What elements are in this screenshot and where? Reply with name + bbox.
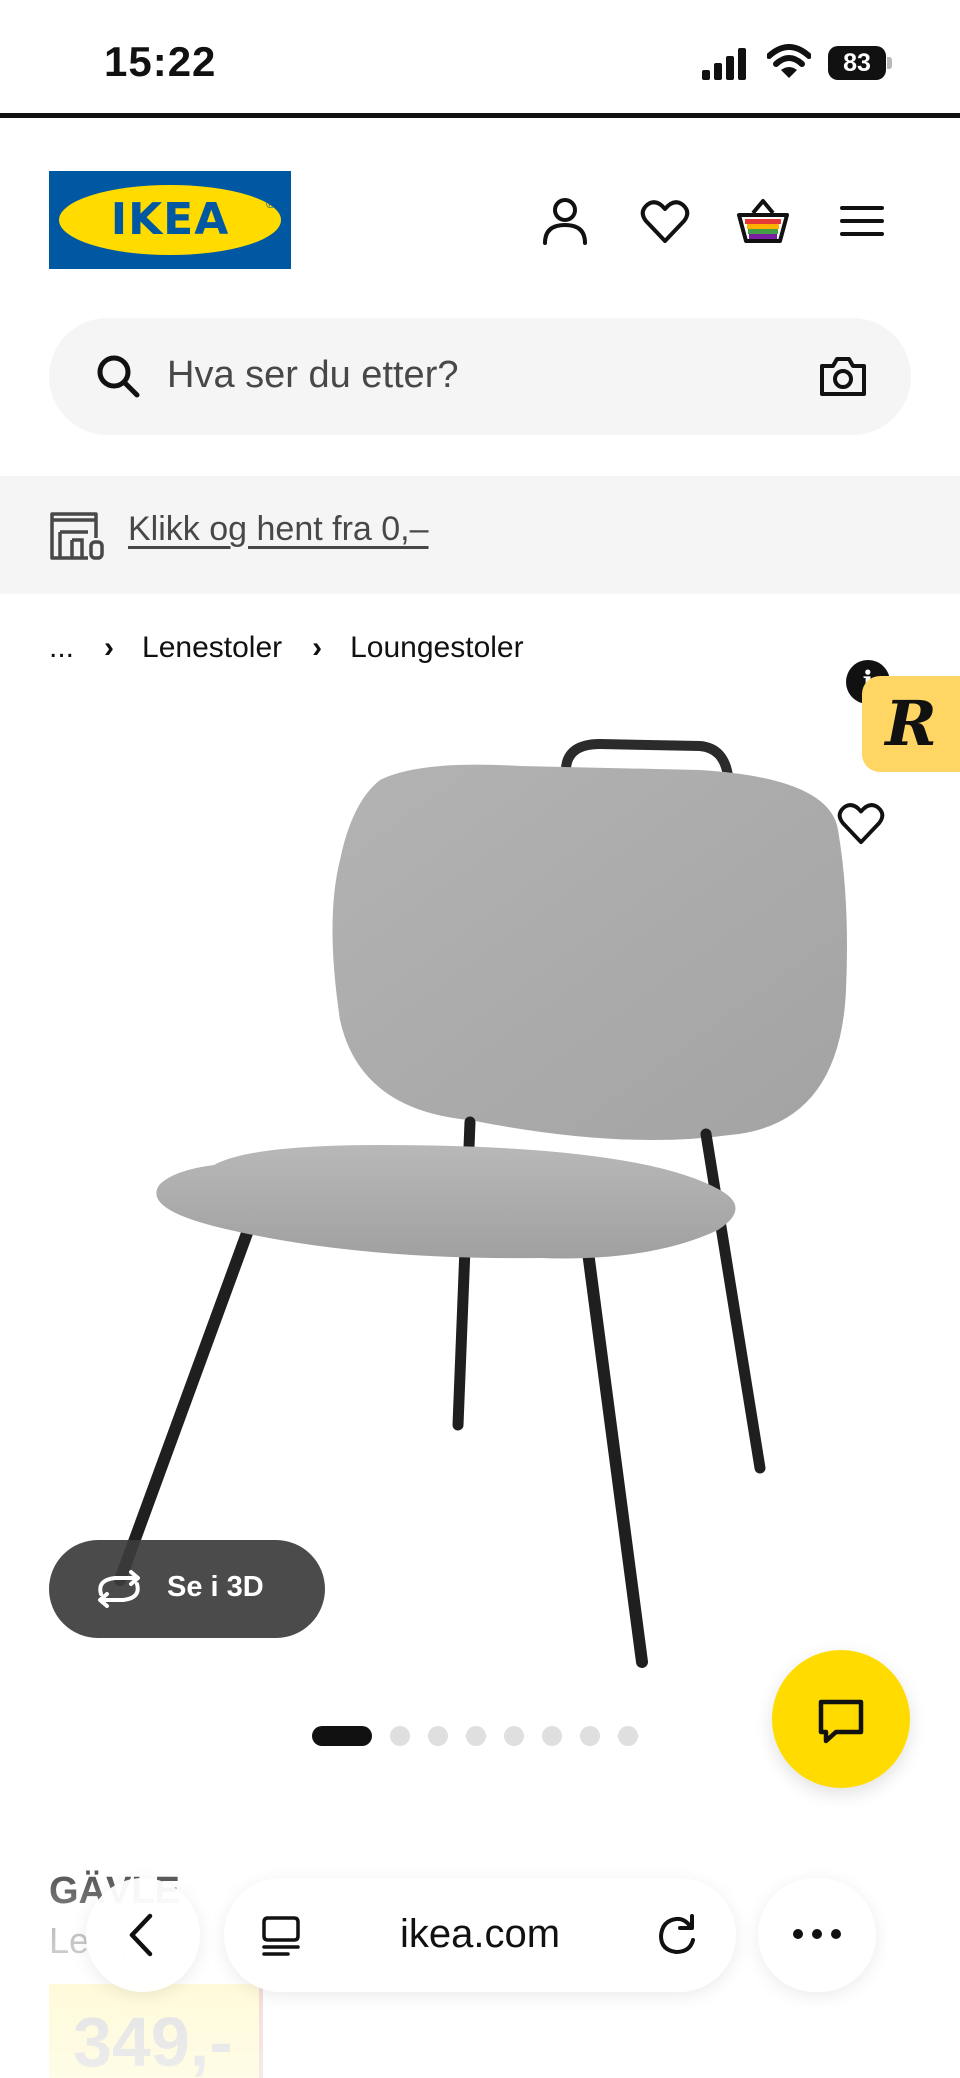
menu-icon[interactable] [836,195,888,247]
breadcrumb-ellipsis[interactable]: ... [49,631,74,665]
more-icon [793,1929,841,1939]
r-extension-letter: R [885,687,937,760]
chat-button[interactable] [772,1650,910,1788]
gallery-dot[interactable] [504,1726,524,1746]
logo-registered-mark: ® [266,197,275,211]
browser-back-button[interactable] [86,1878,200,1992]
search-icon[interactable] [95,353,141,399]
click-collect-link[interactable]: Klikk og hent fra 0,– [128,510,429,549]
breadcrumb: ... › Lenestoler › Loungestoler [49,628,524,668]
store-pickup-icon [50,512,104,560]
browser-address-bar[interactable]: ikea.com [224,1878,736,1992]
heart-icon[interactable] [639,195,691,247]
breadcrumb-item-lenestoler[interactable]: Lenestoler [142,631,282,665]
gallery-dot[interactable] [428,1726,448,1746]
click-collect-banner: Klikk og hent fra 0,– [0,476,960,594]
status-time: 15:22 [104,38,217,85]
site-header: IKEA ® Hva ser du etter? [0,123,960,441]
favourite-product-heart-icon[interactable] [836,800,886,846]
cellular-signal-icon [702,48,746,80]
status-bar: 15:22 83 [0,0,960,118]
view-in-3d-label: Se i 3D [167,1571,264,1603]
account-icon[interactable] [539,195,591,247]
back-icon [129,1913,153,1957]
browser-more-button[interactable] [758,1878,876,1992]
gallery-pagination [312,1725,638,1747]
product-price: 349,- [73,2003,233,2078]
ikea-logo[interactable]: IKEA ® [49,171,291,269]
breadcrumb-item-loungestoler[interactable]: Loungestoler [350,631,523,665]
search-input[interactable]: Hva ser du etter? [167,354,458,397]
price-tag: 349,- [49,1984,263,2078]
logo-text: IKEA [110,194,230,245]
gallery-dot[interactable] [466,1726,486,1746]
battery-cap [887,57,892,69]
chat-icon [818,1699,864,1744]
search-bar[interactable]: Hva ser du etter? [49,318,911,435]
reload-icon[interactable] [656,1912,700,1958]
camera-icon[interactable] [819,354,867,398]
gallery-dot[interactable] [542,1726,562,1746]
basket-icon[interactable] [737,195,789,247]
battery-icon: 83 [828,46,892,80]
gallery-dot[interactable] [618,1726,638,1746]
breadcrumb-separator: › [104,631,115,664]
rotate-3d-icon [98,1570,140,1608]
breadcrumb-separator: › [312,631,323,664]
wifi-icon [767,44,811,78]
view-in-3d-button[interactable]: Se i 3D [49,1540,325,1638]
gallery-dot-active[interactable] [312,1726,372,1746]
gallery-dot[interactable] [580,1726,600,1746]
r-extension-badge[interactable]: R [862,676,960,772]
gallery-dot[interactable] [390,1726,410,1746]
battery-level: 83 [828,46,886,80]
